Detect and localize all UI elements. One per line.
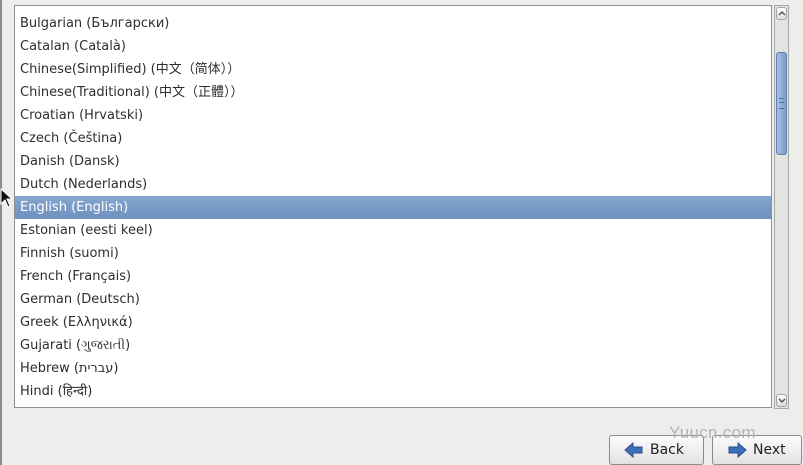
language-selection-screen: Bulgarian (Български) Catalan (Català) C… <box>0 0 803 465</box>
language-option-greek[interactable]: Greek (Ελληνικά) <box>15 311 771 334</box>
back-button-label: Back <box>650 442 684 458</box>
language-option-chinese-simplified[interactable]: Chinese(Simplified) (中文（简体）） <box>15 58 771 81</box>
scroll-up-button[interactable] <box>776 7 787 20</box>
language-option-gujarati[interactable]: Gujarati (ગુજરાતી) <box>15 334 771 357</box>
scrollbar-thumb[interactable] <box>776 52 787 155</box>
language-option-estonian[interactable]: Estonian (eesti keel) <box>15 219 771 242</box>
grip-icon <box>779 98 784 109</box>
chevron-down-icon <box>778 398 786 403</box>
language-option-german[interactable]: German (Deutsch) <box>15 288 771 311</box>
language-option-croatian[interactable]: Croatian (Hrvatski) <box>15 104 771 127</box>
language-option-english-selected[interactable]: English (English) <box>15 196 771 219</box>
language-option-dutch[interactable]: Dutch (Nederlands) <box>15 173 771 196</box>
language-list: Bulgarian (Български) Catalan (Català) C… <box>15 12 771 403</box>
next-button-label: Next <box>753 442 786 458</box>
language-option-danish[interactable]: Danish (Dansk) <box>15 150 771 173</box>
language-option-hindi[interactable]: Hindi (हिन्दी) <box>15 380 771 403</box>
arrow-left-icon <box>624 441 643 459</box>
window-left-edge <box>0 0 2 465</box>
language-option-french[interactable]: French (Français) <box>15 265 771 288</box>
language-option-finnish[interactable]: Finnish (suomi) <box>15 242 771 265</box>
scroll-down-button[interactable] <box>776 394 787 407</box>
mouse-pointer-icon <box>0 188 13 208</box>
language-list-box[interactable]: Bulgarian (Български) Catalan (Català) C… <box>14 5 772 408</box>
language-option-hebrew[interactable]: Hebrew (עברית) <box>15 357 771 380</box>
language-option-chinese-traditional[interactable]: Chinese(Traditional) (中文（正體）） <box>15 81 771 104</box>
chevron-up-icon <box>778 11 786 16</box>
watermark-text: Yuucn.com <box>669 423 756 442</box>
language-option-catalan[interactable]: Catalan (Català) <box>15 35 771 58</box>
language-option-bulgarian[interactable]: Bulgarian (Български) <box>15 12 771 35</box>
vertical-scrollbar[interactable] <box>774 5 789 409</box>
arrow-right-icon <box>728 441 747 459</box>
language-option-czech[interactable]: Czech (Čeština) <box>15 127 771 150</box>
